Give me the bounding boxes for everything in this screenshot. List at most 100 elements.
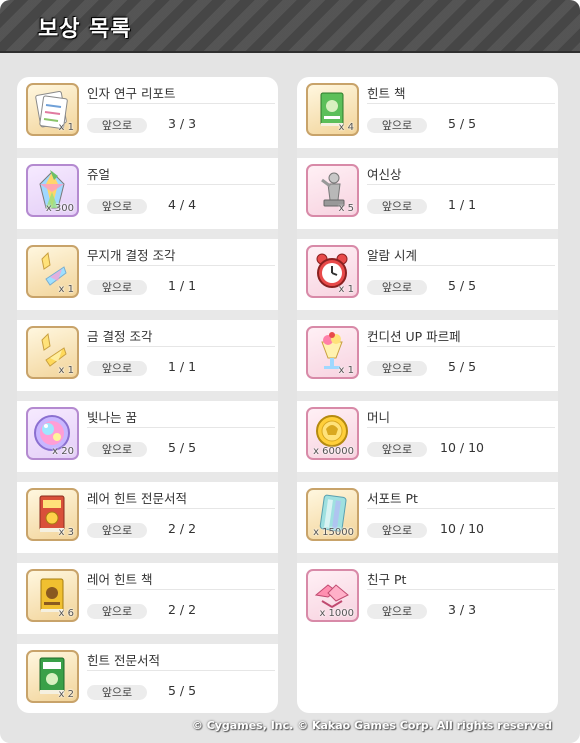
reward-column-left[interactable]: x 1 인자 연구 리포트 앞으로 3 / 3 x 300 쥬얼 앞으로 4 /… (17, 77, 278, 713)
divider (367, 103, 555, 104)
jewel-icon: x 300 (26, 164, 79, 217)
progress-count: 2 / 2 (167, 521, 197, 536)
row-separator (17, 148, 278, 158)
progress-count: 5 / 5 (447, 278, 477, 293)
remaining-label: 앞으로 (367, 280, 427, 295)
remaining-label: 앞으로 (87, 199, 147, 214)
item-name: 컨디션 UP 파르페 (367, 329, 461, 344)
divider (87, 103, 275, 104)
item-count: x 1 (338, 284, 354, 295)
item-name: 쥬얼 (87, 167, 111, 182)
row-separator (17, 310, 278, 320)
item-count: x 1 (58, 284, 74, 295)
divider (87, 508, 275, 509)
remaining-label: 앞으로 (367, 523, 427, 538)
divider (367, 184, 555, 185)
row-separator (17, 634, 278, 644)
divider (87, 346, 275, 347)
item-name: 힌트 책 (367, 86, 406, 101)
hint-book-icon: x 4 (306, 83, 359, 136)
item-count: x 20 (52, 446, 74, 457)
divider (367, 427, 555, 428)
item-count: x 1000 (319, 608, 354, 619)
item-name: 무지개 결정 조각 (87, 248, 176, 263)
progress-count: 4 / 4 (167, 197, 197, 212)
reward-row: x 15000 서포트 Pt 앞으로 10 / 10 (297, 482, 558, 563)
item-name: 힌트 전문서적 (87, 653, 160, 668)
remaining-label: 앞으로 (87, 361, 147, 376)
item-name: 머니 (367, 410, 391, 425)
divider (367, 265, 555, 266)
gold-crystal-icon: x 1 (26, 326, 79, 379)
row-separator (17, 391, 278, 401)
item-name: 서포트 Pt (367, 491, 418, 506)
progress-count: 3 / 3 (167, 116, 197, 131)
report-icon: x 1 (26, 83, 79, 136)
reward-row: x 4 힌트 책 앞으로 5 / 5 (297, 77, 558, 158)
reward-row: x 1 인자 연구 리포트 앞으로 3 / 3 (17, 77, 278, 158)
row-separator (297, 310, 558, 320)
remaining-label: 앞으로 (367, 604, 427, 619)
progress-count: 5 / 5 (447, 359, 477, 374)
item-name: 레어 힌트 책 (87, 572, 153, 587)
item-count: x 6 (58, 608, 74, 619)
reward-row: x 1 금 결정 조각 앞으로 1 / 1 (17, 320, 278, 401)
item-count: x 1 (58, 365, 74, 376)
alarm-clock-icon: x 1 (306, 245, 359, 298)
remaining-label: 앞으로 (367, 361, 427, 376)
reward-row: x 300 쥬얼 앞으로 4 / 4 (17, 158, 278, 239)
parfait-icon: x 1 (306, 326, 359, 379)
progress-count: 10 / 10 (440, 521, 484, 536)
row-separator (17, 229, 278, 239)
item-count: x 15000 (313, 527, 354, 538)
progress-count: 5 / 5 (167, 683, 197, 698)
item-name: 레어 힌트 전문서적 (87, 491, 187, 506)
reward-row: x 2 힌트 전문서적 앞으로 5 / 5 (17, 644, 278, 713)
item-name: 알람 시계 (367, 248, 417, 263)
row-separator (297, 553, 558, 563)
hint-manual-icon: x 2 (26, 650, 79, 703)
progress-count: 2 / 2 (167, 602, 197, 617)
item-count: x 4 (338, 122, 354, 133)
remaining-label: 앞으로 (87, 118, 147, 133)
shining-dream-icon: x 20 (26, 407, 79, 460)
rare-hint-book-icon: x 6 (26, 569, 79, 622)
support-pt-icon: x 15000 (306, 488, 359, 541)
reward-row: x 6 레어 힌트 책 앞으로 2 / 2 (17, 563, 278, 644)
item-name: 여신상 (367, 167, 402, 182)
reward-list-window: 보상 목록 x 1 인자 연구 리포트 앞으로 3 / 3 x 300 쥬얼 앞… (0, 0, 580, 743)
reward-row: x 1 무지개 결정 조각 앞으로 1 / 1 (17, 239, 278, 320)
item-name: 금 결정 조각 (87, 329, 153, 344)
window-title: 보상 목록 (38, 17, 132, 42)
remaining-label: 앞으로 (367, 442, 427, 457)
progress-count: 1 / 1 (167, 278, 197, 293)
reward-row: x 1 컨디션 UP 파르페 앞으로 5 / 5 (297, 320, 558, 401)
reward-row: x 20 빛나는 꿈 앞으로 5 / 5 (17, 401, 278, 482)
divider (367, 589, 555, 590)
remaining-label: 앞으로 (367, 199, 427, 214)
item-count: x 1 (338, 365, 354, 376)
reward-row: x 1 알람 시계 앞으로 5 / 5 (297, 239, 558, 320)
remaining-label: 앞으로 (87, 442, 147, 457)
item-count: x 60000 (313, 446, 354, 457)
divider (87, 184, 275, 185)
progress-count: 1 / 1 (167, 359, 197, 374)
item-count: x 5 (338, 203, 354, 214)
row-separator (17, 472, 278, 482)
money-icon: x 60000 (306, 407, 359, 460)
item-count: x 1 (58, 122, 74, 133)
reward-row: x 60000 머니 앞으로 10 / 10 (297, 401, 558, 482)
item-count: x 3 (58, 527, 74, 538)
remaining-label: 앞으로 (367, 118, 427, 133)
divider (87, 670, 275, 671)
row-separator (297, 391, 558, 401)
reward-column-right[interactable]: x 4 힌트 책 앞으로 5 / 5 x 5 여신상 앞으로 1 / 1 x 1 (297, 77, 558, 713)
remaining-label: 앞으로 (87, 685, 147, 700)
item-name: 빛나는 꿈 (87, 410, 137, 425)
copyright-text: © Cygames, Inc. © Kakao Games Corp. All … (191, 719, 552, 732)
divider (87, 427, 275, 428)
row-separator (297, 229, 558, 239)
goddess-statue-icon: x 5 (306, 164, 359, 217)
rare-hint-manual-icon: x 3 (26, 488, 79, 541)
item-name: 인자 연구 리포트 (87, 86, 176, 101)
